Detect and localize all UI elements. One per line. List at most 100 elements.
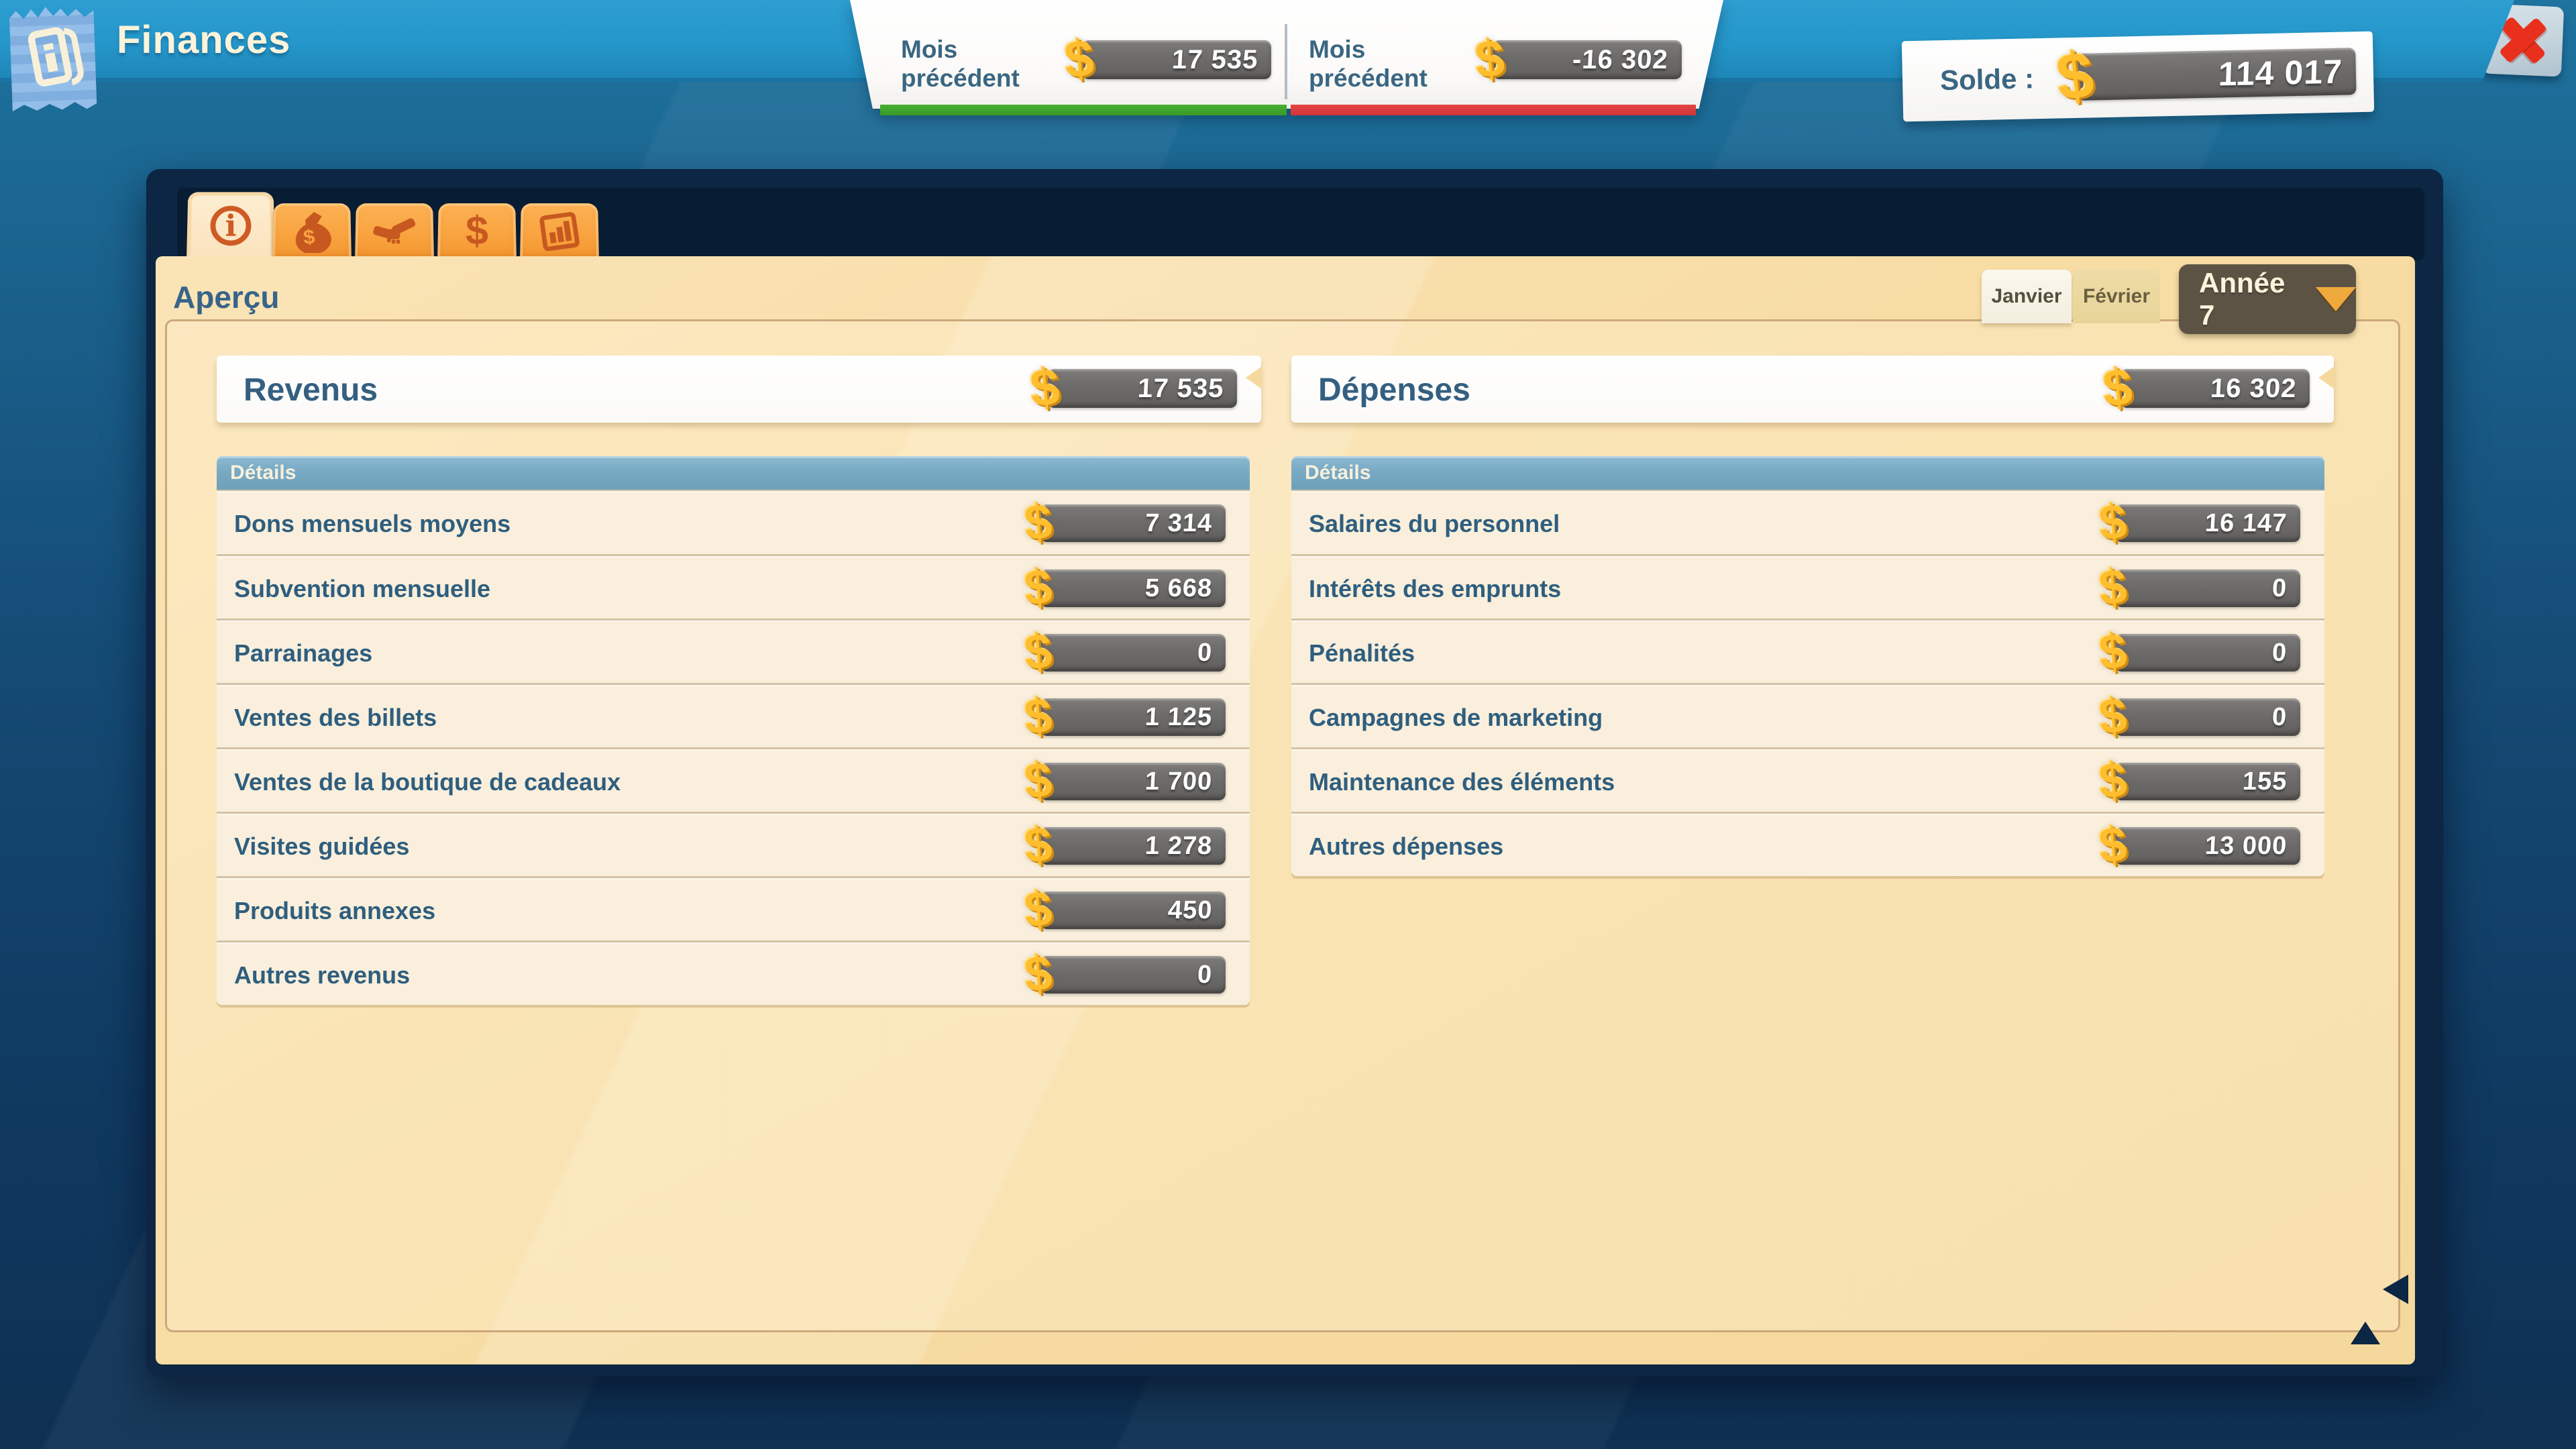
row-value: 450 (1167, 896, 1226, 925)
section-title: Aperçu (173, 279, 279, 315)
expense-row: Salaires du personnel $16 147 (1291, 490, 2324, 554)
prev-month-expense-badge: $ -16 302 (1493, 40, 1682, 79)
prev-month-income-value: 17 535 (1171, 45, 1272, 75)
dollar-icon: $ (1063, 32, 1096, 86)
row-badge: $0 (2115, 570, 2300, 607)
row-value: 0 (1197, 961, 1226, 989)
expense-row: Autres dépenses $13 000 (1291, 812, 2324, 876)
tab-overview[interactable]: i (186, 192, 275, 260)
dollar-icon: $ (1473, 32, 1507, 86)
year-label: Année 7 (2199, 267, 2301, 331)
dollar-icon: $ (2053, 41, 2097, 110)
row-badge: $1 125 (1040, 698, 1226, 736)
year-dropdown[interactable]: Année 7 (2179, 264, 2356, 334)
row-badge: $0 (1040, 634, 1226, 672)
dollar-icon: $ (1028, 360, 1062, 415)
income-row: Autres revenus $0 (217, 941, 1250, 1005)
income-row: Visites guidées $1 278 (217, 812, 1250, 876)
dollar-icon: $ (1022, 755, 1054, 806)
income-underline (880, 105, 1287, 115)
row-value: 7 314 (1144, 509, 1226, 538)
prev-month-income-badge: $ 17 535 (1082, 40, 1271, 79)
row-value: 0 (2271, 639, 2301, 667)
row-label: Autres revenus (234, 961, 410, 989)
prev-month-expense-value: -16 302 (1572, 45, 1682, 75)
money-bag-icon: $ (290, 210, 334, 253)
balance-badge: $ 114 017 (2076, 48, 2356, 101)
row-label: Produits annexes (234, 897, 435, 925)
row-value: 0 (1197, 639, 1226, 667)
row-value: 155 (2241, 767, 2301, 796)
row-value: 0 (2271, 703, 2301, 732)
month-tab-fevrier[interactable]: Février (2073, 270, 2160, 323)
expense-row: Pénalités $0 (1291, 619, 2324, 683)
row-badge: $1 700 (1040, 763, 1226, 800)
corner-notch-icon (2351, 1322, 2380, 1344)
expense-total-badge: $ 16 302 (2121, 369, 2310, 408)
tab-statistics[interactable] (520, 203, 599, 260)
balance-value: 114 017 (2218, 52, 2357, 93)
balance-label: Solde : (1940, 62, 2035, 97)
row-label: Subvention mensuelle (234, 575, 490, 603)
finances-window: i $ $ (146, 169, 2443, 1377)
finances-journal-icon (9, 5, 97, 111)
expense-total-value: 16 302 (2209, 374, 2310, 404)
row-value: 1 125 (1144, 703, 1226, 732)
income-total-value: 17 535 (1136, 374, 1238, 404)
dollar-icon: $ (1022, 883, 1054, 935)
row-badge: $0 (2115, 698, 2300, 736)
row-badge: $7 314 (1040, 504, 1226, 542)
income-header: Revenus $ 17 535 (217, 356, 1261, 423)
row-label: Parrainages (234, 639, 372, 667)
previous-month-banner: Mois précédent $ 17 535 Mois précédent $… (850, 0, 1723, 119)
tab-pricing[interactable]: $ (437, 203, 517, 260)
income-row: Parrainages $0 (217, 619, 1250, 683)
row-value: 13 000 (2204, 832, 2301, 861)
expense-row: Intérêts des emprunts $0 (1291, 554, 2324, 619)
income-total-badge: $ 17 535 (1048, 369, 1237, 408)
row-badge: $5 668 (1040, 570, 1226, 607)
dollar-icon: $ (1022, 690, 1054, 742)
row-label: Ventes des billets (234, 704, 437, 732)
row-label: Visites guidées (234, 833, 409, 861)
details-label: Détails (1305, 462, 1371, 484)
income-rows: Dons mensuels moyens $7 314 Subvention m… (217, 490, 1250, 1005)
dollar-icon: $ (2097, 755, 2129, 806)
game-screen: Finances Mois précédent $ 17 535 Mois pr… (0, 0, 2576, 1449)
row-badge: $0 (1040, 956, 1226, 994)
dollar-icon: $ (1022, 561, 1054, 613)
month-tab-janvier[interactable]: Janvier (1982, 270, 2072, 323)
income-row: Subvention mensuelle $5 668 (217, 554, 1250, 619)
tab-contracts[interactable] (355, 203, 434, 260)
details-label: Détails (230, 462, 296, 484)
dollar-icon: $ (1022, 819, 1054, 871)
row-value: 5 668 (1144, 574, 1226, 603)
dollar-icon: $ (1022, 948, 1054, 1000)
income-row: Produits annexes $450 (217, 876, 1250, 941)
expense-row: Campagnes de marketing $0 (1291, 683, 2324, 747)
row-value: 0 (2271, 574, 2301, 603)
dollar-icon: $ (2097, 561, 2129, 613)
dollar-icon: $ (2097, 690, 2129, 742)
dollar-icon: $ (2097, 496, 2129, 548)
prev-month-expense-label: Mois précédent (1309, 35, 1483, 93)
expense-underline (1291, 105, 1696, 115)
row-label: Maintenance des éléments (1309, 768, 1615, 796)
income-title: Revenus (244, 372, 378, 409)
row-badge: $13 000 (2115, 827, 2300, 865)
row-label: Pénalités (1309, 639, 1415, 667)
expense-header: Dépenses $ 16 302 (1291, 356, 2334, 423)
info-icon: i (210, 206, 252, 246)
balance-box: Solde : $ 114 017 (1902, 32, 2374, 122)
banner-divider (1285, 24, 1287, 99)
expense-title: Dépenses (1318, 372, 1470, 409)
bar-chart-icon (539, 211, 580, 252)
page-title: Finances (117, 17, 290, 62)
row-label: Dons mensuels moyens (234, 510, 511, 538)
row-badge: $450 (1040, 892, 1226, 929)
tab-donations[interactable]: $ (272, 203, 352, 260)
row-value: 1 278 (1144, 832, 1226, 861)
row-badge: $155 (2115, 763, 2300, 800)
dollar-icon: $ (2097, 626, 2129, 678)
row-label: Campagnes de marketing (1309, 704, 1603, 732)
